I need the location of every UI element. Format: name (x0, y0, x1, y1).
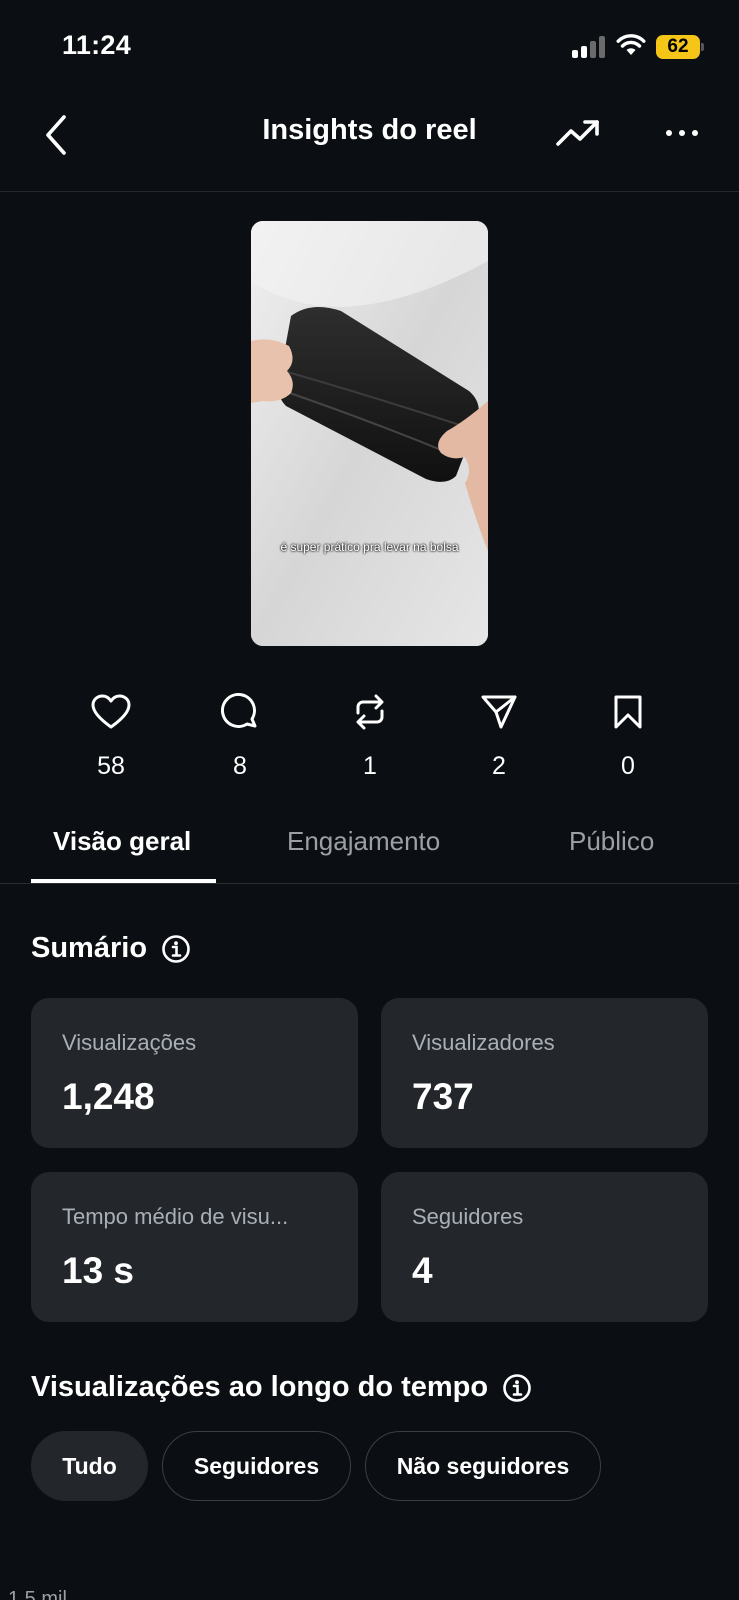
reposts-count: 1 (363, 752, 377, 780)
viewers-value: 737 (412, 1076, 474, 1117)
wifi-icon (616, 33, 646, 57)
share-icon (481, 695, 517, 729)
viewers-card[interactable]: Visualizadores 737 (381, 998, 708, 1148)
chart-axis-label: 1,5 mil (8, 1588, 67, 1600)
more-options-button[interactable] (660, 110, 704, 156)
views-value: 1,248 (62, 1076, 155, 1117)
insights-tabs: Visão geral Engajamento Público (0, 808, 739, 884)
status-time: 11:24 (62, 30, 132, 60)
shares-stat: 2 (459, 690, 539, 781)
cellular-signal-icon (572, 36, 606, 58)
chevron-left-icon (46, 115, 66, 155)
followers-value: 4 (412, 1250, 433, 1291)
saves-stat: 0 (588, 690, 668, 781)
heart-icon (91, 694, 131, 729)
status-bar: 11:24 62 (0, 0, 739, 92)
tab-audience[interactable]: Público (569, 826, 654, 857)
info-icon[interactable] (502, 1373, 532, 1403)
tab-engagement[interactable]: Engajamento (287, 826, 440, 857)
followers-card[interactable]: Seguidores 4 (381, 1172, 708, 1322)
engagement-stats: 58 8 1 2 0 (0, 690, 739, 790)
trending-up-icon (556, 120, 599, 146)
filter-chip-followers[interactable]: Seguidores (162, 1431, 351, 1501)
filter-chip-non-followers[interactable]: Não seguidores (365, 1431, 601, 1501)
active-tab-indicator (31, 879, 216, 883)
comments-count: 8 (233, 752, 247, 780)
back-button[interactable] (36, 112, 76, 158)
viewers-label: Visualizadores (412, 1030, 555, 1055)
avg-watch-time-value: 13 s (62, 1250, 135, 1291)
info-icon[interactable] (161, 934, 191, 964)
followers-label: Seguidores (412, 1204, 524, 1229)
views-over-time-title: Visualizações ao longo do tempo (31, 1371, 489, 1403)
reel-caption: é super prático pra levar na bolsa (280, 540, 459, 554)
page-title: Insights do reel (262, 114, 477, 146)
saves-count: 0 (621, 752, 635, 780)
more-horizontal-icon (666, 130, 698, 136)
reel-thumbnail[interactable]: é super prático pra levar na bolsa (251, 221, 488, 646)
filter-chip-all[interactable]: Tudo (31, 1431, 148, 1501)
summary-header: Sumário (31, 932, 191, 965)
repost-icon (356, 694, 384, 730)
comment-icon (221, 693, 257, 728)
reel-preview-image (251, 221, 488, 646)
views-over-time-header: Visualizações ao longo do tempo (31, 1371, 532, 1404)
comments-stat: 8 (200, 690, 280, 781)
battery-level: 62 (656, 35, 700, 59)
likes-stat: 58 (71, 690, 151, 781)
views-label: Visualizações (62, 1030, 197, 1055)
summary-title: Sumário (31, 932, 148, 964)
shares-count: 2 (492, 752, 506, 780)
views-card[interactable]: Visualizações 1,248 (31, 998, 358, 1148)
likes-count: 58 (97, 752, 125, 780)
battery-icon: 62 (656, 35, 704, 59)
tab-overview[interactable]: Visão geral (53, 826, 191, 857)
bookmark-icon (614, 695, 642, 729)
trending-button[interactable] (554, 110, 602, 156)
avg-watch-time-label: Tempo médio de visu... (62, 1204, 289, 1229)
nav-bar: Insights do reel (0, 92, 739, 192)
avg-watch-time-card[interactable]: Tempo médio de visu... 13 s (31, 1172, 358, 1322)
reposts-stat: 1 (330, 690, 410, 781)
